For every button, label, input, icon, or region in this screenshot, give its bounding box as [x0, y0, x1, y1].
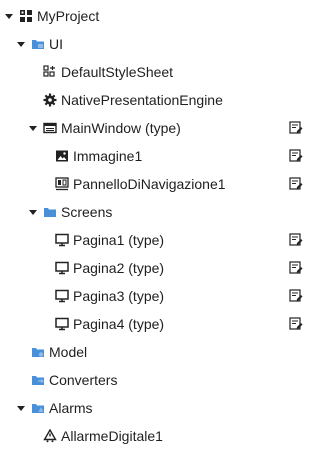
- tree-node-label: DefaultStyleSheet: [61, 64, 174, 80]
- alarm-icon: [43, 429, 57, 443]
- image-icon: [55, 149, 69, 163]
- project-grid-icon: [19, 9, 33, 23]
- tree-node-label: Model: [49, 344, 88, 360]
- folder-model-icon: [31, 345, 45, 359]
- tree-node-myproject[interactable]: MyProject: [0, 2, 315, 30]
- tree-node-label: MainWindow (type): [61, 120, 181, 136]
- edit-type-icon[interactable]: [289, 149, 303, 163]
- chevron-down-icon[interactable]: [16, 403, 26, 413]
- tree-node-pagina3[interactable]: Pagina3 (type): [0, 282, 315, 310]
- folder-converters-icon: [31, 373, 45, 387]
- tree-node-alarms[interactable]: Alarms: [0, 394, 315, 422]
- tree-node-allarmedigitale1[interactable]: AllarmeDigitale1: [0, 422, 315, 450]
- tree-node-screens[interactable]: Screens: [0, 198, 315, 226]
- tree-node-label: PannelloDiNavigazione1: [73, 176, 226, 192]
- chevron-down-icon[interactable]: [4, 11, 14, 21]
- chevron-down-icon[interactable]: [28, 123, 38, 133]
- tree-node-label: Pagina3 (type): [73, 288, 165, 304]
- monitor-icon: [55, 261, 69, 275]
- navigation-panel-icon: [55, 177, 69, 191]
- tree-node-label: Pagina1 (type): [73, 232, 165, 248]
- tree-node-label: AllarmeDigitale1: [61, 428, 163, 444]
- gear-icon: [43, 93, 57, 107]
- monitor-icon: [55, 289, 69, 303]
- tree-node-label: NativePresentationEngine: [61, 92, 223, 108]
- tree-node-nativepresentationengine[interactable]: NativePresentationEngine: [0, 86, 315, 114]
- window-icon: [43, 121, 57, 135]
- tree-node-label: Screens: [61, 204, 113, 220]
- tree-node-mainwindow[interactable]: MainWindow (type): [0, 114, 315, 142]
- project-tree: MyProject UI DefaultStyleSheet NativePre…: [0, 0, 315, 449]
- tree-node-label: Converters: [49, 372, 118, 388]
- edit-type-icon[interactable]: [289, 121, 303, 135]
- stylesheet-icon: [43, 65, 57, 79]
- folder-screens-icon: [43, 205, 57, 219]
- folder-ui-icon: [31, 37, 45, 51]
- monitor-icon: [55, 233, 69, 247]
- tree-node-pagina2[interactable]: Pagina2 (type): [0, 254, 315, 282]
- folder-alarms-icon: [31, 401, 45, 415]
- monitor-icon: [55, 317, 69, 331]
- tree-node-label: Pagina2 (type): [73, 260, 165, 276]
- tree-node-label: Alarms: [49, 400, 93, 416]
- tree-node-pagina4[interactable]: Pagina4 (type): [0, 310, 315, 338]
- chevron-down-icon[interactable]: [28, 207, 38, 217]
- tree-node-label: Immagine1: [73, 148, 143, 164]
- tree-node-label: UI: [49, 36, 63, 52]
- edit-type-icon[interactable]: [289, 289, 303, 303]
- chevron-down-icon[interactable]: [16, 39, 26, 49]
- tree-node-ui[interactable]: UI: [0, 30, 315, 58]
- edit-type-icon[interactable]: [289, 317, 303, 331]
- tree-node-immagine1[interactable]: Immagine1: [0, 142, 315, 170]
- tree-node-pannellodinavigazione1[interactable]: PannelloDiNavigazione1: [0, 170, 315, 198]
- edit-type-icon[interactable]: [289, 261, 303, 275]
- tree-node-converters[interactable]: Converters: [0, 366, 315, 394]
- tree-node-pagina1[interactable]: Pagina1 (type): [0, 226, 315, 254]
- tree-node-model[interactable]: Model: [0, 338, 315, 366]
- tree-node-defaultstylesheet[interactable]: DefaultStyleSheet: [0, 58, 315, 86]
- tree-node-label: MyProject: [37, 8, 100, 24]
- edit-type-icon[interactable]: [289, 177, 303, 191]
- tree-node-label: Pagina4 (type): [73, 316, 165, 332]
- edit-type-icon[interactable]: [289, 233, 303, 247]
